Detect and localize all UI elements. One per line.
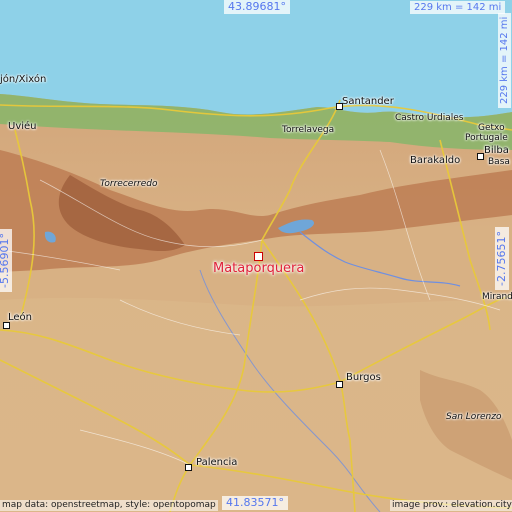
- city-getxo: Getxo: [478, 123, 505, 133]
- city-marker: [477, 153, 484, 160]
- map-credit-left: map data: openstreetmap, style: opentopo…: [0, 500, 218, 511]
- city-marker: [185, 464, 192, 471]
- scale-label-side: 229 km = 142 mi: [498, 12, 511, 108]
- sea-area: [0, 0, 512, 118]
- scale-label-top: 229 km = 142 mi: [410, 1, 506, 14]
- city-marker: [3, 322, 10, 329]
- city-castro-urdiales: Castro Urdiales: [395, 113, 464, 123]
- map-view[interactable]: 43.89681° 229 km = 142 mi 41.83571° -5.5…: [0, 0, 512, 512]
- city-xixon: jón/Xixón: [0, 74, 47, 85]
- city-palencia: Palencia: [196, 457, 238, 468]
- peak-san-lorenzo: San Lorenzo: [446, 412, 502, 422]
- city-marker: [336, 103, 343, 110]
- location-marker[interactable]: [254, 252, 263, 261]
- city-basauri: Basa: [488, 157, 510, 167]
- city-uvieu: Uviéu: [8, 121, 37, 132]
- city-bilbao: Bilba: [484, 145, 509, 156]
- plateau: [0, 297, 512, 512]
- city-miranda: Miranda: [482, 292, 512, 302]
- city-portugalete: Portugale: [465, 133, 508, 143]
- bottom-latitude-label: 41.83571°: [222, 496, 288, 511]
- city-santander: Santander: [342, 96, 394, 107]
- peak-torrecerredo: Torrecerredo: [100, 179, 158, 189]
- right-longitude-label: -2.75651°: [495, 227, 510, 290]
- map-credit-right: image prov.: elevation.city: [390, 500, 512, 511]
- city-leon: León: [8, 312, 33, 323]
- city-marker: [336, 381, 343, 388]
- top-latitude-label: 43.89681°: [224, 0, 290, 15]
- city-burgos: Burgos: [346, 372, 381, 383]
- left-longitude-label: -5.56901°: [0, 229, 13, 292]
- city-torrelavega: Torrelavega: [282, 125, 335, 135]
- place-name-label: Mataporquera: [213, 261, 305, 276]
- city-barakaldo: Barakaldo: [410, 155, 461, 166]
